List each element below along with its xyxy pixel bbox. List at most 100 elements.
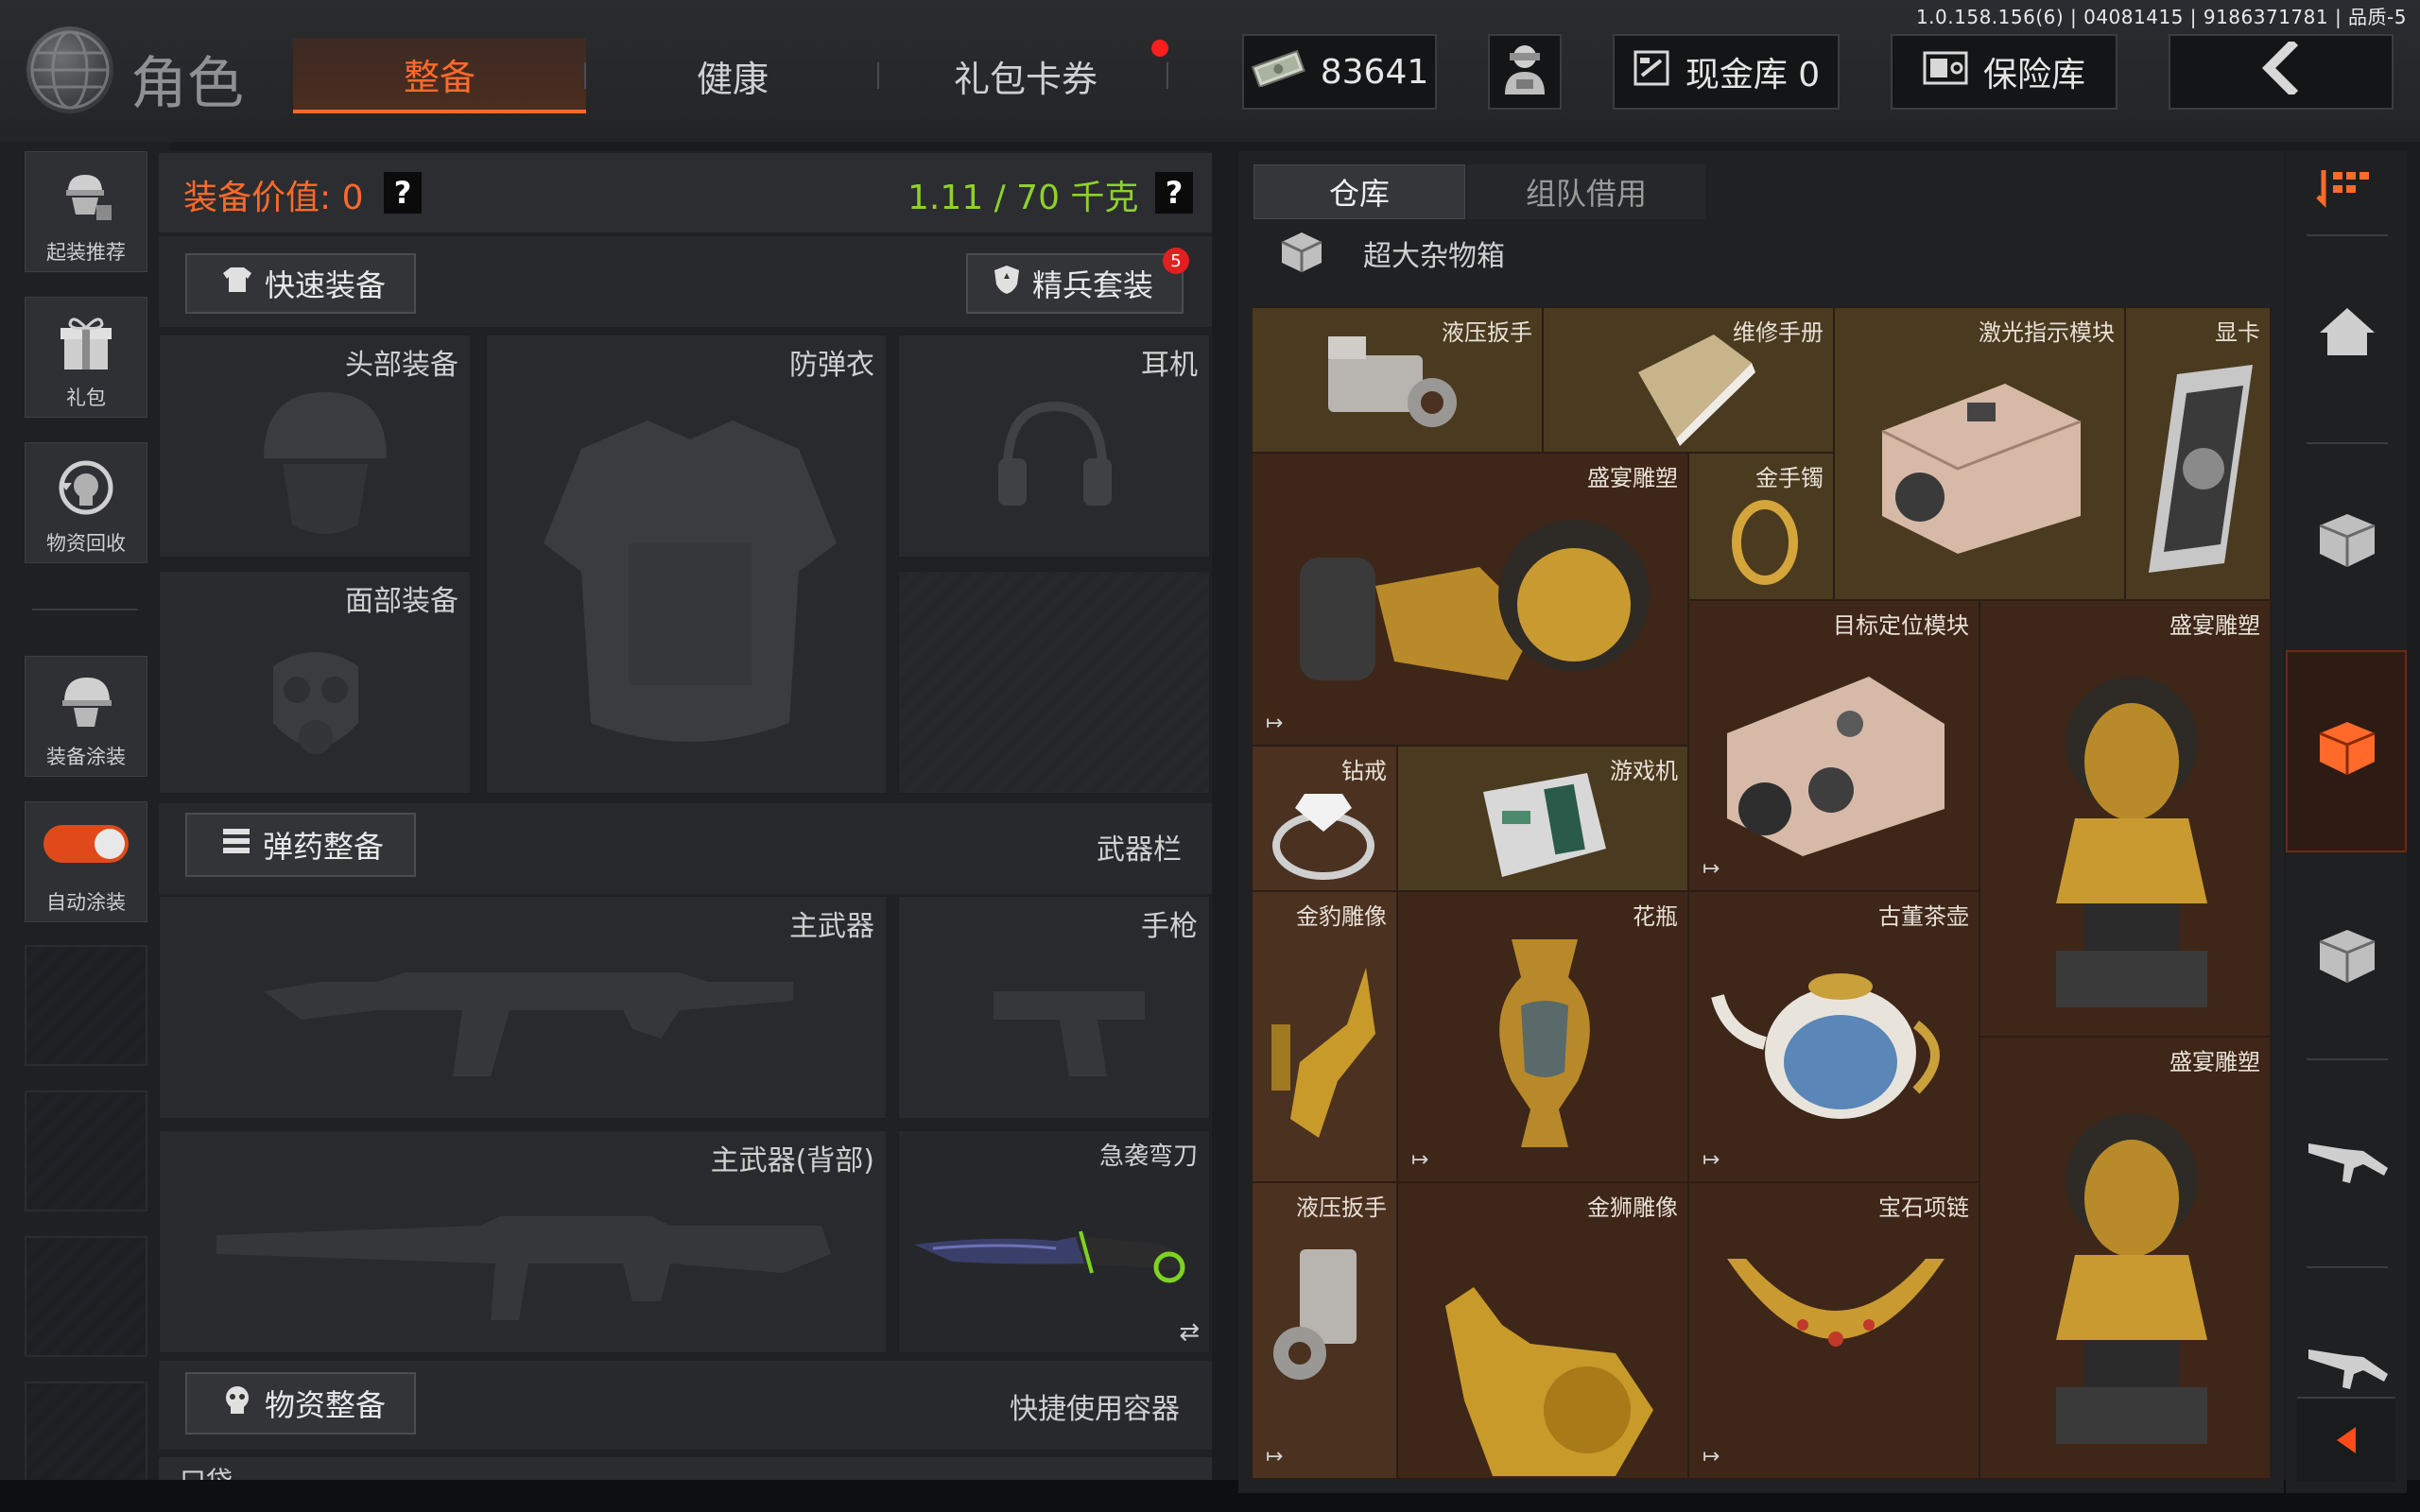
slot-label: 急袭弯刀 — [1098, 1143, 1198, 1171]
pistol-silhouette-icon — [994, 991, 1145, 1076]
rifle-icon[interactable] — [2307, 1130, 2392, 1196]
ammo-loadout-button[interactable]: 弹药整备 — [185, 813, 416, 877]
tab-warehouse[interactable]: 仓库 — [1253, 164, 1465, 219]
tab-team-borrow[interactable]: 组队借用 — [1467, 164, 1705, 219]
sidebar-divider — [32, 609, 138, 610]
item-name: 盛宴雕塑 — [1587, 465, 1678, 491]
item-vase[interactable]: 花瓶 ↦ — [1397, 891, 1688, 1182]
collapse-arrow-icon — [2337, 1427, 2356, 1453]
swap-icon[interactable]: ⇄ — [1179, 1318, 1200, 1347]
item-feast-sculpture[interactable]: 盛宴雕塑 — [1979, 1037, 2271, 1479]
globe-icon — [26, 26, 113, 113]
move-out-icon[interactable]: ↦ — [1411, 1148, 1428, 1172]
slot-headset[interactable]: 耳机 — [898, 335, 1210, 558]
item-name: 古董茶壶 — [1878, 903, 1969, 930]
collapse-button[interactable] — [2297, 1397, 2395, 1482]
slot-face[interactable]: 面部装备 — [159, 571, 471, 794]
target-locator-icon — [1727, 677, 1945, 856]
sidebar-item-label: 起装推荐 — [46, 241, 126, 264]
sidebar-item-recycle[interactable]: 物资回收 — [25, 442, 147, 563]
box-icon-selected[interactable] — [2314, 718, 2380, 784]
slot-head[interactable]: 头部装备 — [159, 335, 471, 558]
tab-divider — [1167, 62, 1168, 89]
sidebar-item-gift[interactable]: 礼包 — [25, 297, 147, 418]
sort-icon[interactable] — [2314, 161, 2380, 227]
sidebar-item-equipment-paint[interactable]: 装备涂装 — [25, 656, 147, 777]
item-laser-module[interactable]: 激光指示模块 — [1834, 307, 2125, 600]
operator-button[interactable] — [1488, 34, 1562, 110]
slot-label: 面部装备 — [345, 585, 458, 618]
move-out-icon[interactable]: ↦ — [1703, 857, 1720, 881]
box-icon[interactable] — [2314, 926, 2380, 992]
item-antique-teapot[interactable]: 古董茶壶 ↦ — [1688, 891, 1979, 1182]
item-name: 宝石项链 — [1878, 1194, 1969, 1221]
item-hydraulic-wrench[interactable]: 液压扳手 ↦ — [1252, 1182, 1397, 1479]
bracelet-icon — [1732, 500, 1798, 585]
weight-help-icon[interactable]: ? — [1155, 172, 1193, 214]
bust-sculpture-icon — [1300, 520, 1650, 680]
move-out-icon[interactable]: ↦ — [1266, 1445, 1283, 1469]
money-display[interactable]: 83641 — [1242, 34, 1437, 110]
item-hydraulic-wrench[interactable]: 液压扳手 — [1252, 307, 1543, 453]
elite-set-label: 精兵套装 — [1032, 267, 1154, 303]
vault-card-icon — [1633, 49, 1670, 95]
supply-loadout-button[interactable]: 物资整备 — [185, 1372, 416, 1435]
item-gold-lion[interactable]: 金狮雕像 — [1397, 1182, 1688, 1479]
shield-icon — [993, 264, 1021, 303]
cash-vault-button[interactable]: 现金库 0 — [1613, 34, 1840, 110]
safe-label: 保险库 — [1982, 56, 2085, 94]
equipment-value: 装备价值: 0 — [183, 179, 364, 217]
item-graphics-card[interactable]: 显卡 — [2125, 307, 2271, 600]
recycle-icon — [59, 460, 113, 515]
auto-paint-toggle[interactable] — [43, 825, 129, 863]
item-gold-bracelet[interactable]: 金手镯 — [1688, 453, 1834, 600]
item-gold-leopard[interactable]: 金豹雕像 — [1252, 891, 1397, 1182]
item-name: 液压扳手 — [1296, 1194, 1387, 1221]
item-game-console[interactable]: 游戏机 — [1397, 746, 1688, 891]
item-gem-necklace[interactable]: 宝石项链 ↦ — [1688, 1182, 1979, 1479]
move-out-icon[interactable]: ↦ — [1703, 1148, 1720, 1172]
gas-mask-silhouette-icon — [273, 652, 358, 754]
tab-health[interactable]: 健康 — [586, 38, 879, 113]
item-feast-sculpture[interactable]: 盛宴雕塑 — [1979, 600, 2271, 1037]
box-icon[interactable] — [2314, 510, 2380, 576]
item-name: 激光指示模块 — [1979, 319, 2115, 346]
item-name: 显卡 — [2215, 319, 2260, 346]
sidebar-item-auto-paint[interactable]: 自动涂装 — [25, 801, 147, 922]
slot-melee[interactable]: 急袭弯刀 ⇄ — [898, 1130, 1210, 1353]
tab-label: 健康 — [696, 58, 769, 100]
value-help-icon[interactable]: ? — [384, 172, 422, 214]
bust-sculpture-icon — [2056, 677, 2207, 1007]
manual-icon — [1638, 335, 1755, 446]
category-divider — [2307, 1266, 2388, 1268]
slot-primary-back[interactable]: 主武器(背部) — [159, 1130, 887, 1353]
sidebar-empty-slot — [25, 945, 147, 1066]
sidebar-item-recommended-loadout[interactable]: 起装推荐 — [25, 151, 147, 272]
quick-equip-button[interactable]: 快速装备 — [185, 253, 416, 314]
tab-gift-coupons[interactable]: 礼包卡券 — [879, 38, 1172, 113]
rifle-icon[interactable] — [2307, 1336, 2392, 1402]
elite-set-button[interactable]: 精兵套装 — [966, 253, 1184, 314]
sidebar-item-label: 自动涂装 — [46, 891, 126, 914]
tab-loadout[interactable]: 整备 — [293, 38, 586, 113]
slot-pistol[interactable]: 手枪 — [898, 896, 1210, 1119]
item-repair-manual[interactable]: 维修手册 — [1543, 307, 1834, 453]
safe-button[interactable]: 保险库 — [1891, 34, 2118, 110]
slot-label: 防弹衣 — [789, 349, 874, 382]
quick-equip-label: 快速装备 — [265, 267, 387, 303]
quick-container-label: 快捷使用容器 — [1010, 1393, 1180, 1426]
item-diamond-ring[interactable]: 钻戒 — [1252, 746, 1397, 891]
ammo-loadout-label: 弹药整备 — [263, 829, 385, 865]
move-out-icon[interactable]: ↦ — [1703, 1445, 1720, 1469]
home-icon[interactable] — [2314, 302, 2380, 369]
move-out-icon[interactable]: ↦ — [1266, 712, 1283, 735]
item-target-locator[interactable]: 目标定位模块 ↦ — [1688, 600, 1979, 891]
item-feast-sculpture[interactable]: 盛宴雕塑 ↦ — [1252, 453, 1688, 746]
slot-primary-weapon[interactable]: 主武器 — [159, 896, 887, 1119]
money-amount: 83641 — [1320, 52, 1429, 92]
gift-icon — [60, 318, 112, 369]
helmet-silhouette-icon — [264, 392, 387, 534]
slot-armor[interactable]: 防弹衣 — [486, 335, 887, 794]
sidebar-item-label: 礼包 — [66, 387, 106, 409]
back-button[interactable] — [2169, 34, 2394, 110]
